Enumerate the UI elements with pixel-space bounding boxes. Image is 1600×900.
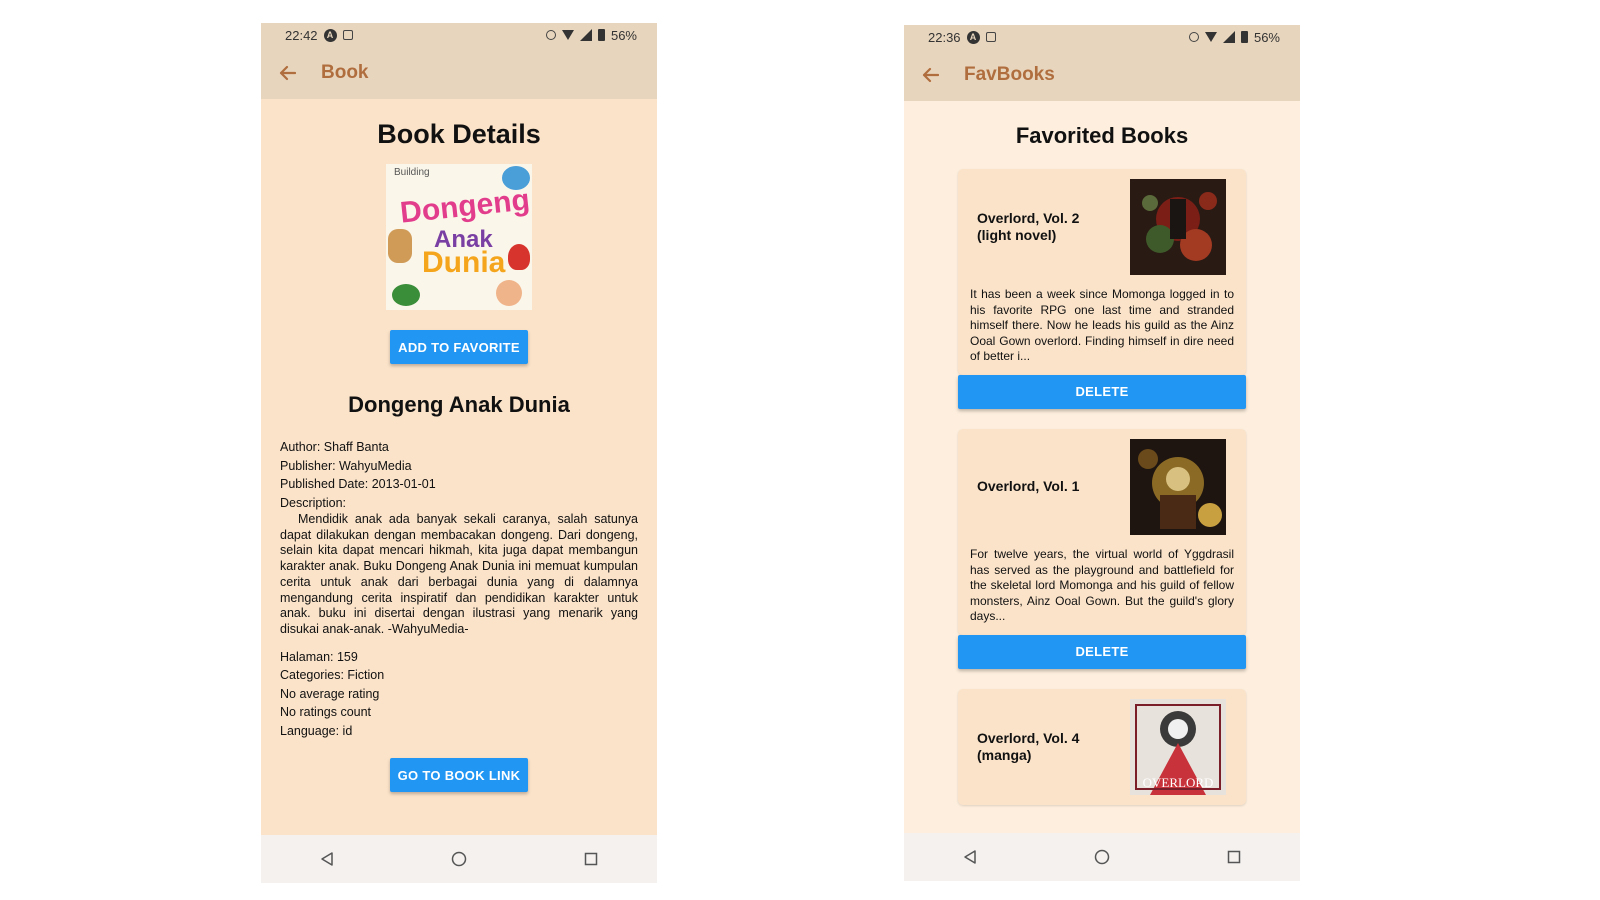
go-to-book-link-button[interactable]: GO TO BOOK LINK: [389, 758, 529, 793]
average-rating-text: No average rating: [280, 686, 380, 701]
app-bar: Book: [261, 47, 657, 99]
alarm-icon: [1188, 32, 1199, 42]
status-time: 22:42: [285, 27, 318, 43]
back-arrow-icon[interactable]: [275, 61, 299, 85]
delete-button[interactable]: DELETE: [958, 634, 1246, 669]
page-title: Book Details: [377, 119, 541, 149]
nav-back-icon[interactable]: [312, 844, 342, 874]
cover-decoration: [496, 280, 522, 306]
signal-icon: [579, 29, 592, 41]
system-nav-bar: [904, 833, 1300, 881]
delete-button[interactable]: DELETE: [958, 374, 1246, 409]
book-card[interactable]: Overlord, Vol. 1 For twelve years, the v…: [958, 428, 1246, 635]
publisher-text: Publisher: WahyuMedia: [280, 458, 412, 473]
cover-decoration: [392, 284, 420, 306]
cover-title-line: Dunia: [422, 246, 506, 279]
battery-level: 56%: [610, 27, 637, 43]
nav-home-icon[interactable]: [444, 844, 474, 874]
page-title: Favorited Books: [1015, 123, 1189, 148]
add-to-favorite-button[interactable]: ADD TO FAVORITE: [390, 330, 528, 364]
list-item: Overlord, Vol. 2 (light novel) It has be…: [958, 169, 1246, 409]
book-card[interactable]: Overlord, Vol. 2 (light novel) It has be…: [958, 169, 1246, 375]
book-cover-image: [1130, 179, 1226, 275]
app-bar: FavBooks: [904, 49, 1300, 101]
app-bar-title: FavBooks: [964, 64, 1055, 85]
favorites-screen: 22:36 A 56% FavBooks Favorited Books Ove…: [904, 25, 1300, 881]
system-nav-bar: [261, 835, 657, 883]
cover-brand: Building: [394, 167, 430, 178]
cover-text: OVERLORD: [1143, 775, 1214, 790]
book-info: Author: Shaff Banta Publisher: WahyuMedi…: [261, 438, 657, 740]
book-title: Overlord, Vol. 4 (manga): [977, 729, 1080, 763]
ratings-count-text: No ratings count: [280, 705, 372, 720]
book-details-screen: 22:42 A 56% Book Book Details Building D…: [261, 23, 657, 883]
book-description: For twelve years, the virtual world of Y…: [970, 546, 1234, 624]
back-arrow-icon[interactable]: [918, 63, 942, 87]
battery-icon: [1240, 31, 1248, 43]
wifi-icon: [561, 30, 574, 40]
image-notification-icon: [985, 32, 996, 42]
book-description: It has been a week since Momonga logged …: [970, 287, 1234, 364]
language-text: Language: id: [280, 723, 353, 738]
battery-icon: [597, 29, 605, 41]
status-time: 22:36: [928, 29, 961, 45]
image-notification-icon: [342, 30, 353, 40]
cover-decoration: [388, 229, 412, 263]
description-label: Description:: [280, 495, 346, 510]
cover-title-line: Dongeng: [398, 183, 532, 230]
status-bar: 22:36 A 56%: [904, 25, 1300, 49]
book-card[interactable]: Overlord, Vol. 4 (manga) OVERLORD: [958, 688, 1246, 805]
list-item: Overlord, Vol. 4 (manga) OVERLORD: [958, 688, 1246, 805]
author-text: Author: Shaff Banta: [280, 440, 389, 454]
favorites-content: Favorited Books Overlord, Vol. 2 (light …: [904, 123, 1300, 805]
favorites-list: Overlord, Vol. 2 (light novel) It has be…: [904, 169, 1300, 805]
categories-text: Categories: Fiction: [280, 668, 385, 683]
book-title: Dongeng Anak Dunia: [348, 392, 570, 417]
nav-recents-icon[interactable]: [1219, 842, 1249, 872]
pages-text: Halaman: 159: [280, 649, 358, 664]
app-bar-title: Book: [321, 62, 369, 83]
book-cover-image: [1130, 438, 1226, 535]
list-item: Overlord, Vol. 1 For twelve years, the v…: [958, 428, 1246, 669]
signal-icon: [1222, 31, 1235, 43]
battery-level: 56%: [1253, 29, 1280, 45]
book-cover-image: OVERLORD: [1130, 698, 1226, 795]
nav-home-icon[interactable]: [1087, 842, 1117, 872]
nav-back-icon[interactable]: [955, 842, 985, 872]
nav-recents-icon[interactable]: [576, 844, 606, 874]
description-text: Mendidik anak ada banyak sekali caranya,…: [280, 512, 638, 636]
status-bar: 22:42 A 56%: [261, 23, 657, 47]
app-notification-icon: A: [966, 30, 980, 44]
wifi-icon: [1204, 32, 1217, 42]
book-title: Overlord, Vol. 1: [977, 478, 1080, 495]
book-title: Overlord, Vol. 2 (light novel): [977, 210, 1080, 243]
cover-decoration: [508, 244, 530, 270]
alarm-icon: [545, 30, 556, 40]
app-notification-icon: A: [323, 28, 337, 42]
published-date-text: Published Date: 2013-01-01: [280, 477, 436, 491]
book-details-content: Book Details Building Dongeng Anak Dunia…: [261, 119, 657, 793]
book-cover-image: Building Dongeng Anak Dunia: [386, 164, 532, 310]
